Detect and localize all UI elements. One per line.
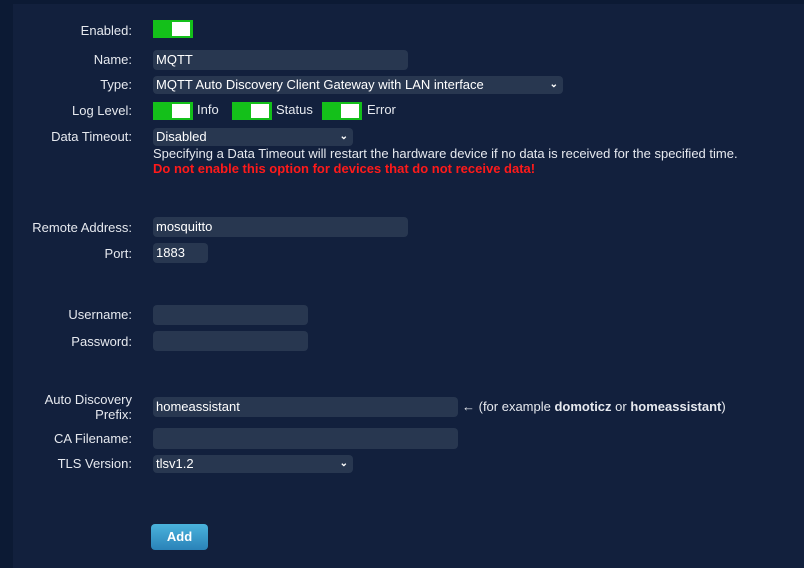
log-info-label: Info: [197, 102, 219, 117]
log-info-toggle[interactable]: [153, 102, 193, 120]
chevron-down-icon: ⌄: [339, 131, 348, 142]
prefix-input[interactable]: [153, 397, 458, 417]
prefix-hint: ← (for example domoticz or homeassistant…: [462, 399, 726, 414]
ca-filename-label: CA Filename:: [53, 431, 132, 446]
log-level-label: Log Level:: [72, 103, 132, 118]
password-input[interactable]: [153, 331, 308, 351]
remote-address-input[interactable]: [153, 217, 408, 237]
port-input[interactable]: [153, 243, 208, 263]
data-timeout-select[interactable]: Disabled ⌄: [153, 128, 353, 146]
type-value: MQTT Auto Discovery Client Gateway with …: [156, 77, 484, 92]
tls-version-select[interactable]: tlsv1.2 ⌄: [153, 455, 353, 473]
password-label: Password:: [71, 334, 132, 349]
port-label: Port:: [104, 246, 132, 261]
log-status-toggle[interactable]: [232, 102, 272, 120]
tls-version-label: TLS Version:: [57, 456, 132, 471]
prefix-label-line1: Auto Discovery: [44, 392, 132, 407]
data-timeout-warning: Do not enable this option for devices th…: [153, 161, 536, 176]
prefix-label-line2: Prefix:: [95, 407, 132, 422]
data-timeout-label: Data Timeout:: [51, 129, 132, 144]
name-label: Name:: [93, 52, 132, 67]
chevron-down-icon: ⌄: [549, 79, 558, 90]
data-timeout-help: Specifying a Data Timeout will restart t…: [153, 146, 738, 161]
log-status-label: Status: [276, 102, 313, 117]
chevron-down-icon: ⌄: [339, 458, 348, 469]
username-label: Username:: [68, 307, 132, 322]
tls-version-value: tlsv1.2: [156, 456, 194, 471]
remote-address-label: Remote Address:: [32, 220, 132, 235]
enabled-toggle[interactable]: [153, 20, 193, 38]
username-input[interactable]: [153, 305, 308, 325]
type-select[interactable]: MQTT Auto Discovery Client Gateway with …: [153, 76, 563, 94]
data-timeout-value: Disabled: [156, 129, 207, 144]
ca-filename-input[interactable]: [153, 428, 458, 449]
log-error-label: Error: [367, 102, 396, 117]
name-input[interactable]: [153, 50, 408, 70]
type-label: Type:: [100, 77, 132, 92]
enabled-label: Enabled:: [80, 23, 132, 38]
add-button[interactable]: Add: [151, 524, 208, 550]
log-error-toggle[interactable]: [322, 102, 362, 120]
